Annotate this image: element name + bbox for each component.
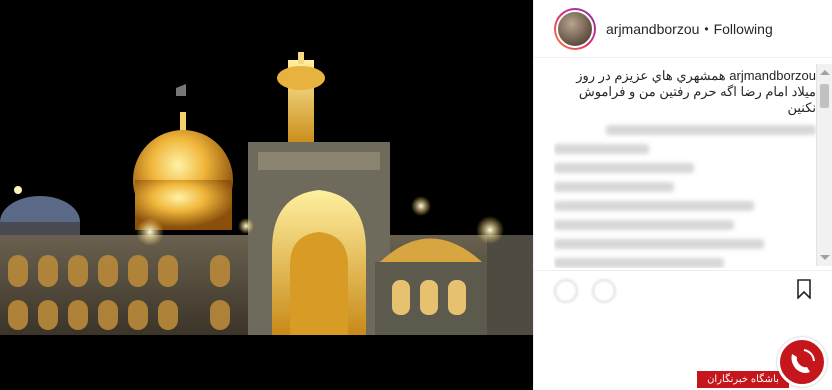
post-side-panel: arjmandborzou • Following arjmandborzou …	[533, 0, 832, 390]
following-button[interactable]: Following	[714, 21, 773, 37]
username-link[interactable]: arjmandborzou	[606, 21, 699, 37]
avatar-image	[556, 9, 594, 48]
watermark-logo	[777, 337, 827, 387]
bookmark-icon[interactable]	[797, 279, 811, 299]
heart-icon[interactable]	[554, 279, 578, 303]
caption-username[interactable]: arjmandborzou	[729, 68, 816, 83]
scroll-down-arrow-icon[interactable]	[820, 255, 830, 260]
comments-scrollbar[interactable]	[816, 64, 832, 266]
watermark-label: باشگاه خبرنگاران	[697, 371, 789, 388]
action-bar	[534, 270, 832, 310]
comment-icon[interactable]	[592, 279, 616, 303]
separator-dot: •	[704, 21, 709, 36]
phone-logo-icon	[791, 349, 815, 373]
post-image[interactable]	[0, 0, 533, 390]
post-header: arjmandborzou • Following	[534, 0, 832, 58]
scroll-up-arrow-icon[interactable]	[820, 70, 830, 75]
scroll-thumb[interactable]	[820, 84, 829, 108]
avatar[interactable]	[554, 7, 596, 50]
comments-area: arjmandborzou همشهري هاي عزيزم در روز مي…	[554, 68, 816, 268]
caption: arjmandborzou همشهري هاي عزيزم در روز مي…	[554, 68, 816, 116]
shrine-photo	[0, 0, 533, 390]
blurred-comments	[554, 116, 816, 268]
